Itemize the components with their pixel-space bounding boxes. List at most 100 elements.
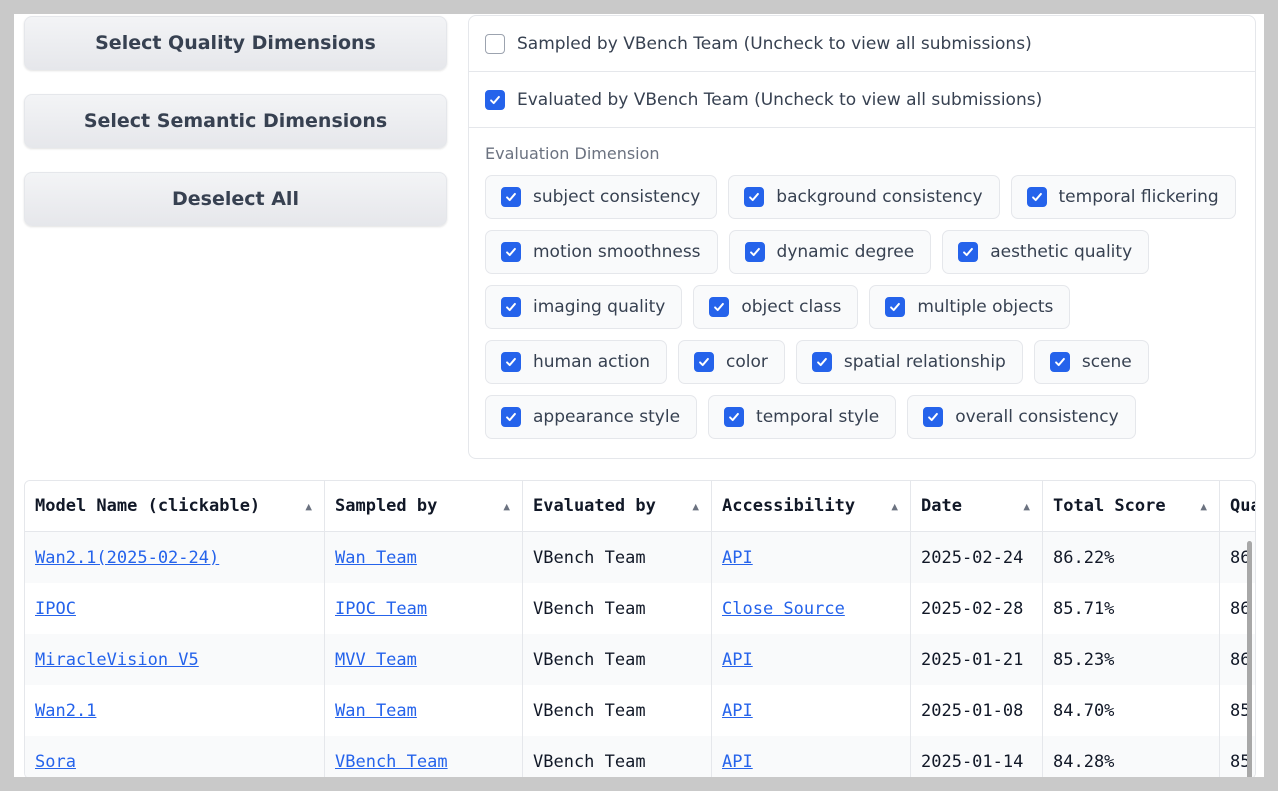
dimension-label: multiple objects xyxy=(917,297,1054,317)
table-cell: Close Source xyxy=(711,583,911,634)
dimension-checkbox[interactable] xyxy=(1026,187,1047,207)
cell-link[interactable]: VBench Team xyxy=(335,752,448,772)
checkmark-icon xyxy=(506,192,516,202)
column-header[interactable]: Total Score ▲ xyxy=(1042,481,1220,532)
dimension-checkbox[interactable] xyxy=(958,242,979,262)
dimension-checkbox[interactable] xyxy=(501,187,521,207)
dimension-chip[interactable]: subject consistency xyxy=(485,175,718,219)
cell-link[interactable]: IPOC xyxy=(35,599,76,619)
column-header[interactable]: Model Name (clickable) ▲ xyxy=(25,481,325,532)
table-cell: VBench Team xyxy=(522,531,712,583)
sampled-filter[interactable]: Sampled by VBench Team (Uncheck to view … xyxy=(469,16,1255,72)
cell-link[interactable]: API xyxy=(722,701,753,721)
dimension-checkbox[interactable] xyxy=(501,352,521,372)
table-header-row: Model Name (clickable) ▲ Sampled by ▲ Evalua… xyxy=(25,481,1255,532)
column-header[interactable]: Sampled by ▲ xyxy=(324,481,523,532)
table-cell: IPOC xyxy=(25,583,325,634)
leaderboard-table: Model Name (clickable) ▲ Sampled by ▲ Evalua… xyxy=(25,481,1255,777)
column-header[interactable]: Accessibility ▲ xyxy=(711,481,911,532)
dimension-chip[interactable]: background consistency xyxy=(728,175,1000,219)
dimension-checkbox[interactable] xyxy=(744,242,765,262)
sampled-checkbox[interactable] xyxy=(485,33,505,54)
select-semantic-dimensions-button[interactable]: Select Semantic Dimensions xyxy=(24,94,447,148)
dimension-checkbox[interactable] xyxy=(1049,352,1070,372)
dimension-chip[interactable]: multiple objects xyxy=(869,285,1071,329)
cell-link[interactable]: Close Source xyxy=(722,599,845,619)
cell-text: VBench Team xyxy=(533,598,646,619)
cell-link[interactable]: MiracleVision V5 xyxy=(35,650,199,670)
cell-text: 84.70% xyxy=(1053,700,1115,721)
table-cell: 85.23% xyxy=(1042,634,1220,685)
dimension-chip[interactable]: human action xyxy=(485,340,668,384)
cell-text: VBench Team xyxy=(533,700,646,721)
table-cell: VBench Team xyxy=(522,583,712,634)
dimension-checkbox[interactable] xyxy=(885,297,906,317)
table-cell: 2025-02-28 xyxy=(910,583,1043,634)
sort-ascending-icon[interactable]: ▲ xyxy=(1023,500,1030,513)
cell-link[interactable]: API xyxy=(722,650,753,670)
dimension-checkbox[interactable] xyxy=(724,407,745,427)
dimension-checkbox[interactable] xyxy=(501,407,521,427)
table-cell: 2025-01-08 xyxy=(910,685,1043,736)
evaluated-filter[interactable]: Evaluated by VBench Team (Uncheck to vie… xyxy=(469,72,1255,128)
cell-link[interactable]: MVV Team xyxy=(335,650,417,670)
cell-link[interactable]: Wan2.1(2025-02-24) xyxy=(35,548,219,568)
cell-link[interactable]: Wan Team xyxy=(335,701,417,721)
dimension-checkbox[interactable] xyxy=(709,297,730,317)
dimension-chip[interactable]: temporal flickering xyxy=(1010,175,1236,219)
cell-text: 2025-01-08 xyxy=(921,700,1024,721)
evaluated-checkbox[interactable] xyxy=(485,89,505,110)
table-cell: API xyxy=(711,634,911,685)
cell-link[interactable]: API xyxy=(722,548,753,568)
dimension-chip[interactable]: overall consistency xyxy=(907,395,1136,439)
checkmark-icon xyxy=(963,247,974,257)
dimension-chip[interactable]: appearance style xyxy=(485,395,698,439)
column-header[interactable]: Evaluated by ▲ xyxy=(522,481,712,532)
dimension-chip[interactable]: motion smoothness xyxy=(485,230,718,274)
dimension-checkbox[interactable] xyxy=(923,407,944,427)
checkmark-icon xyxy=(714,302,725,312)
cell-link[interactable]: IPOC Team xyxy=(335,599,427,619)
dimension-checkbox[interactable] xyxy=(744,187,765,207)
cell-text: VBench Team xyxy=(533,751,646,772)
table-cell: API xyxy=(711,736,911,777)
table-cell: 85.71% xyxy=(1042,583,1220,634)
select-quality-dimensions-button[interactable]: Select Quality Dimensions xyxy=(24,16,447,70)
column-header-label: Total Score xyxy=(1053,496,1166,516)
dimension-chip[interactable]: dynamic degree xyxy=(728,230,932,274)
dimension-label: subject consistency xyxy=(533,187,701,207)
dimension-chip[interactable]: scene xyxy=(1033,340,1149,384)
cell-link[interactable]: Wan Team xyxy=(335,548,417,568)
table-cell: VBench Team xyxy=(522,736,712,777)
dimension-checkbox[interactable] xyxy=(811,352,832,372)
table-cell: 2025-01-14 xyxy=(910,736,1043,777)
leaderboard-panel: Select Quality Dimensions Select Semanti… xyxy=(14,14,1264,777)
dimension-chip[interactable]: spatial relationship xyxy=(795,340,1023,384)
column-header-label: Evaluated by xyxy=(533,496,656,516)
sort-ascending-icon[interactable]: ▲ xyxy=(891,500,898,513)
sort-ascending-icon[interactable]: ▲ xyxy=(692,500,699,513)
dimension-chip[interactable]: object class xyxy=(693,285,859,329)
dimension-checkbox[interactable] xyxy=(694,352,715,372)
dimension-chip[interactable]: aesthetic quality xyxy=(942,230,1150,274)
evaluated-filter-label: Evaluated by VBench Team (Uncheck to vie… xyxy=(517,89,1043,110)
dimension-chip[interactable]: color xyxy=(678,340,785,384)
dimension-chip[interactable]: temporal style xyxy=(708,395,897,439)
column-header[interactable]: Date ▲ xyxy=(910,481,1043,532)
cell-link[interactable]: API xyxy=(722,752,753,772)
evaluation-dimension-label: Evaluation Dimension xyxy=(485,144,660,163)
sort-ascending-icon[interactable]: ▲ xyxy=(1200,500,1207,513)
cell-link[interactable]: Sora xyxy=(35,752,76,772)
sort-ascending-icon[interactable]: ▲ xyxy=(305,500,312,513)
cell-text: 2025-02-24 xyxy=(921,547,1024,568)
checkmark-icon xyxy=(928,412,939,422)
sort-ascending-icon[interactable]: ▲ xyxy=(503,500,510,513)
deselect-all-button[interactable]: Deselect All xyxy=(24,172,447,226)
table-cell: VBench Team xyxy=(324,736,523,777)
column-header[interactable]: Qua xyxy=(1219,481,1255,532)
table-scrollbar[interactable] xyxy=(1247,541,1252,777)
cell-link[interactable]: Wan2.1 xyxy=(35,701,96,721)
dimension-checkbox[interactable] xyxy=(501,242,521,262)
dimension-checkbox[interactable] xyxy=(501,297,521,317)
dimension-chip[interactable]: imaging quality xyxy=(485,285,683,329)
